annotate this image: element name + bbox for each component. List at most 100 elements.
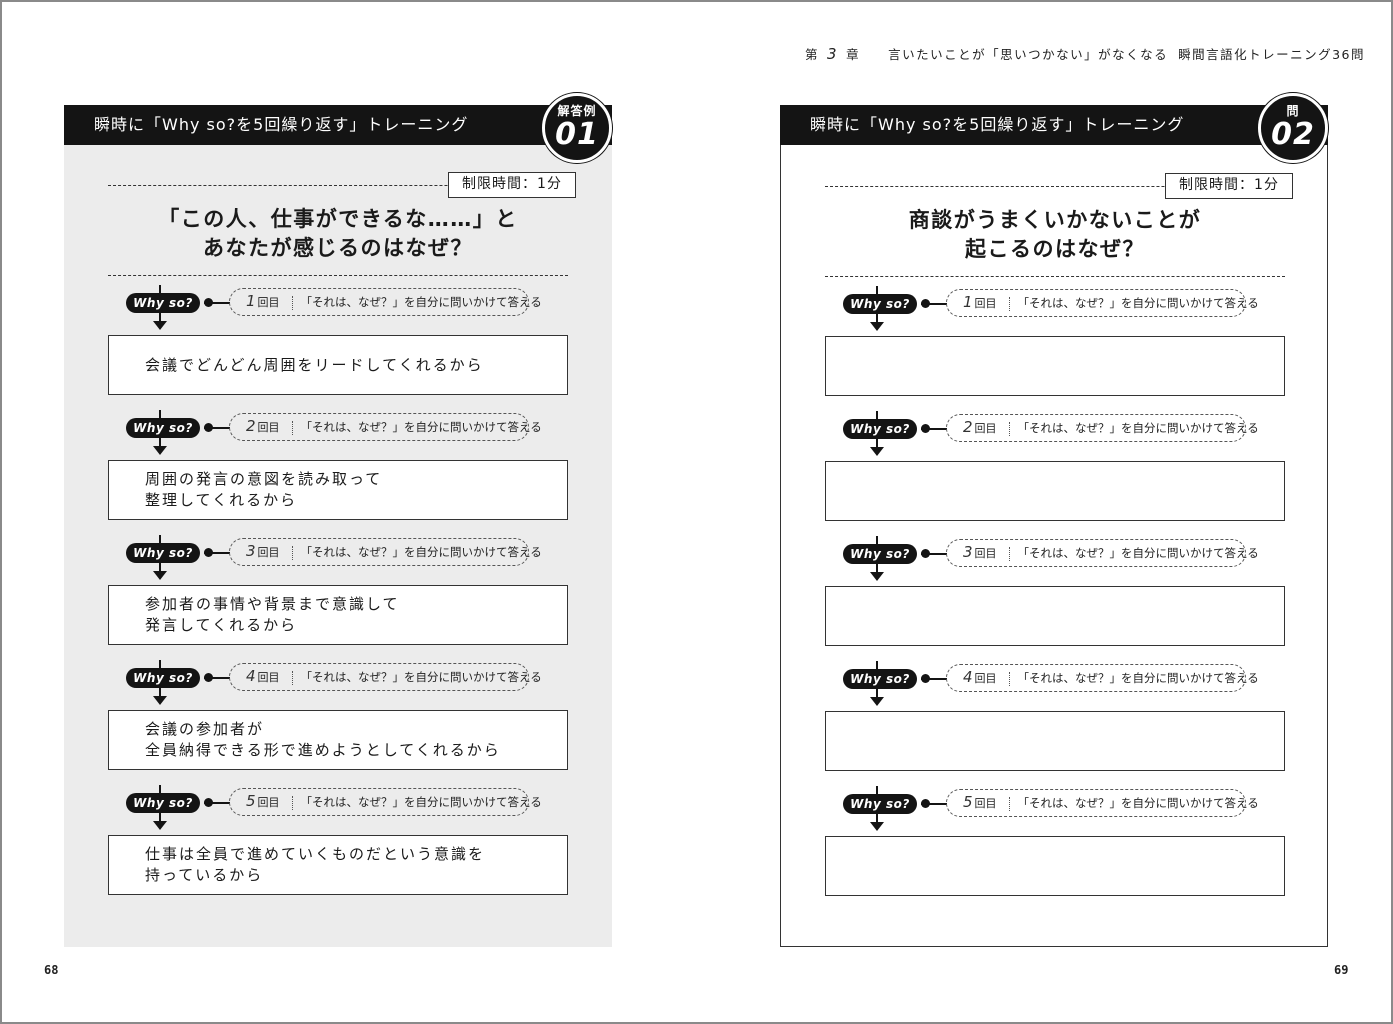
instruction-text: 「それは、なぜ？」を自分に問いかけて答える [300, 545, 542, 559]
answer-field[interactable] [825, 836, 1285, 896]
round-unit: 回目 [974, 672, 997, 685]
why-so-pill: Why so? [126, 668, 200, 688]
separator [291, 670, 293, 685]
answer-field[interactable] [825, 461, 1285, 521]
down-arrow-icon [153, 696, 167, 705]
round-unit: 回目 [974, 422, 997, 435]
round-unit: 回目 [257, 796, 280, 809]
instruction-text: 「それは、なぜ？」を自分に問いかけて答える [1017, 421, 1259, 435]
dashed-divider [825, 276, 1285, 277]
round-number: 5 [246, 792, 256, 810]
instruction-text: 「それは、なぜ？」を自分に問いかけて答える [300, 420, 542, 434]
separator [1008, 671, 1010, 686]
instruction-text: 「それは、なぜ？」を自分に問いかけて答える [1017, 546, 1259, 560]
why-so-pill: Why so? [126, 293, 200, 313]
connector-dot-icon [921, 549, 930, 558]
instruction-text: 「それは、なぜ？」を自分に問いかけて答える [1017, 296, 1259, 310]
chapter-title: 言いたいことが「思いつかない」がなくなる [888, 47, 1169, 62]
panel-title: 瞬時に「Why so?を5回繰り返す」トレーニング [780, 105, 1328, 145]
why-so-pill: Why so? [126, 418, 200, 438]
round-number: 4 [963, 668, 973, 686]
badge-number: 01 [555, 117, 599, 152]
round-number: 2 [963, 418, 973, 436]
connector-dot-icon [204, 798, 213, 807]
down-arrow-icon [153, 446, 167, 455]
answer-box: 参加者の事情や背景まで意識して 発言してくれるから [108, 585, 568, 645]
why-so-pill: Why so? [843, 544, 917, 564]
why-so-pill: Why so? [126, 793, 200, 813]
round-unit: 回目 [257, 296, 280, 309]
instruction-text: 「それは、なぜ？」を自分に問いかけて答える [300, 295, 542, 309]
why-so-pill: Why so? [126, 543, 200, 563]
question-line-1: 「この人、仕事ができるな……」と [158, 207, 518, 231]
connector-dot-icon [204, 673, 213, 682]
instruction-bubble: 3 回目 「それは、なぜ？」を自分に問いかけて答える [229, 538, 542, 566]
round-number: 3 [246, 542, 256, 560]
down-arrow-icon [153, 321, 167, 330]
question-line-2: あなたが感じるのはなぜ？ [203, 236, 473, 260]
round-unit: 回目 [257, 421, 280, 434]
question-line-2: 起こるのはなぜ？ [965, 237, 1145, 261]
down-arrow-icon [153, 821, 167, 830]
separator [291, 795, 293, 810]
book-section-title: 瞬間言語化トレーニング36問 [1178, 47, 1366, 62]
connector-dot-icon [204, 423, 213, 432]
answer-box: 周囲の発言の意図を読み取って 整理してくれるから [108, 460, 568, 520]
separator [291, 545, 293, 560]
answer-example-badge: 解答例 01 [542, 93, 612, 163]
chapter-number: 3 [827, 45, 839, 63]
instruction-text: 「それは、なぜ？」を自分に問いかけて答える [300, 795, 542, 809]
answer-text: 参加者の事情や背景まで意識して 発言してくれるから [145, 595, 400, 634]
why-so-pill: Why so? [843, 294, 917, 314]
instruction-text: 「それは、なぜ？」を自分に問いかけて答える [1017, 671, 1259, 685]
round-unit: 回目 [974, 797, 997, 810]
instruction-text: 「それは、なぜ？」を自分に問いかけて答える [1017, 796, 1259, 810]
instruction-bubble: 3 回目 「それは、なぜ？」を自分に問いかけて答える [946, 539, 1259, 567]
answer-field[interactable] [825, 586, 1285, 646]
down-arrow-icon [870, 572, 884, 581]
instruction-bubble: 4 回目 「それは、なぜ？」を自分に問いかけて答える [946, 664, 1259, 692]
connector-dot-icon [921, 424, 930, 433]
answer-text: 仕事は全員で進めていくものだという意識を 持っているから [145, 845, 486, 884]
separator [1008, 796, 1010, 811]
instruction-bubble: 1 回目 「それは、なぜ？」を自分に問いかけて答える [229, 288, 542, 316]
answer-field[interactable] [825, 711, 1285, 771]
connector-dot-icon [204, 548, 213, 557]
page-number-right: 69 [1334, 963, 1349, 977]
why-so-pill: Why so? [843, 669, 917, 689]
time-limit-box: 制限時間：1分 [1165, 173, 1293, 199]
round-unit: 回目 [974, 547, 997, 560]
round-unit: 回目 [974, 297, 997, 310]
down-arrow-icon [870, 322, 884, 331]
chapter-prefix: 第 [805, 47, 820, 62]
answer-text: 会議の参加者が 全員納得できる形で進めようとしてくれるから [145, 720, 501, 759]
down-arrow-icon [870, 447, 884, 456]
round-number: 4 [246, 667, 256, 685]
down-arrow-icon [153, 571, 167, 580]
connector-dot-icon [921, 674, 930, 683]
separator [1008, 546, 1010, 561]
round-number: 1 [963, 293, 973, 311]
answer-box: 会議の参加者が 全員納得できる形で進めようとしてくれるから [108, 710, 568, 770]
round-unit: 回目 [257, 546, 280, 559]
instruction-bubble: 4 回目 「それは、なぜ？」を自分に問いかけて答える [229, 663, 542, 691]
time-limit-box: 制限時間：1分 [448, 172, 576, 198]
down-arrow-icon [870, 822, 884, 831]
separator [1008, 296, 1010, 311]
answer-text: 周囲の発言の意図を読み取って 整理してくれるから [145, 470, 383, 509]
round-unit: 回目 [257, 671, 280, 684]
round-number: 2 [246, 417, 256, 435]
chapter-suffix: 章 [846, 47, 861, 62]
dashed-divider [108, 275, 568, 276]
connector-dot-icon [204, 298, 213, 307]
instruction-text: 「それは、なぜ？」を自分に問いかけて答える [300, 670, 542, 684]
instruction-bubble: 1 回目 「それは、なぜ？」を自分に問いかけて答える [946, 289, 1259, 317]
answer-box: 会議でどんどん周囲をリードしてくれるから [108, 335, 568, 395]
separator [291, 295, 293, 310]
answer-box: 仕事は全員で進めていくものだという意識を 持っているから [108, 835, 568, 895]
why-so-pill: Why so? [843, 419, 917, 439]
instruction-bubble: 5 回目 「それは、なぜ？」を自分に問いかけて答える [946, 789, 1259, 817]
answer-field[interactable] [825, 336, 1285, 396]
question-text: 「この人、仕事ができるな……」と あなたが感じるのはなぜ？ [64, 205, 612, 263]
connector-dot-icon [921, 299, 930, 308]
